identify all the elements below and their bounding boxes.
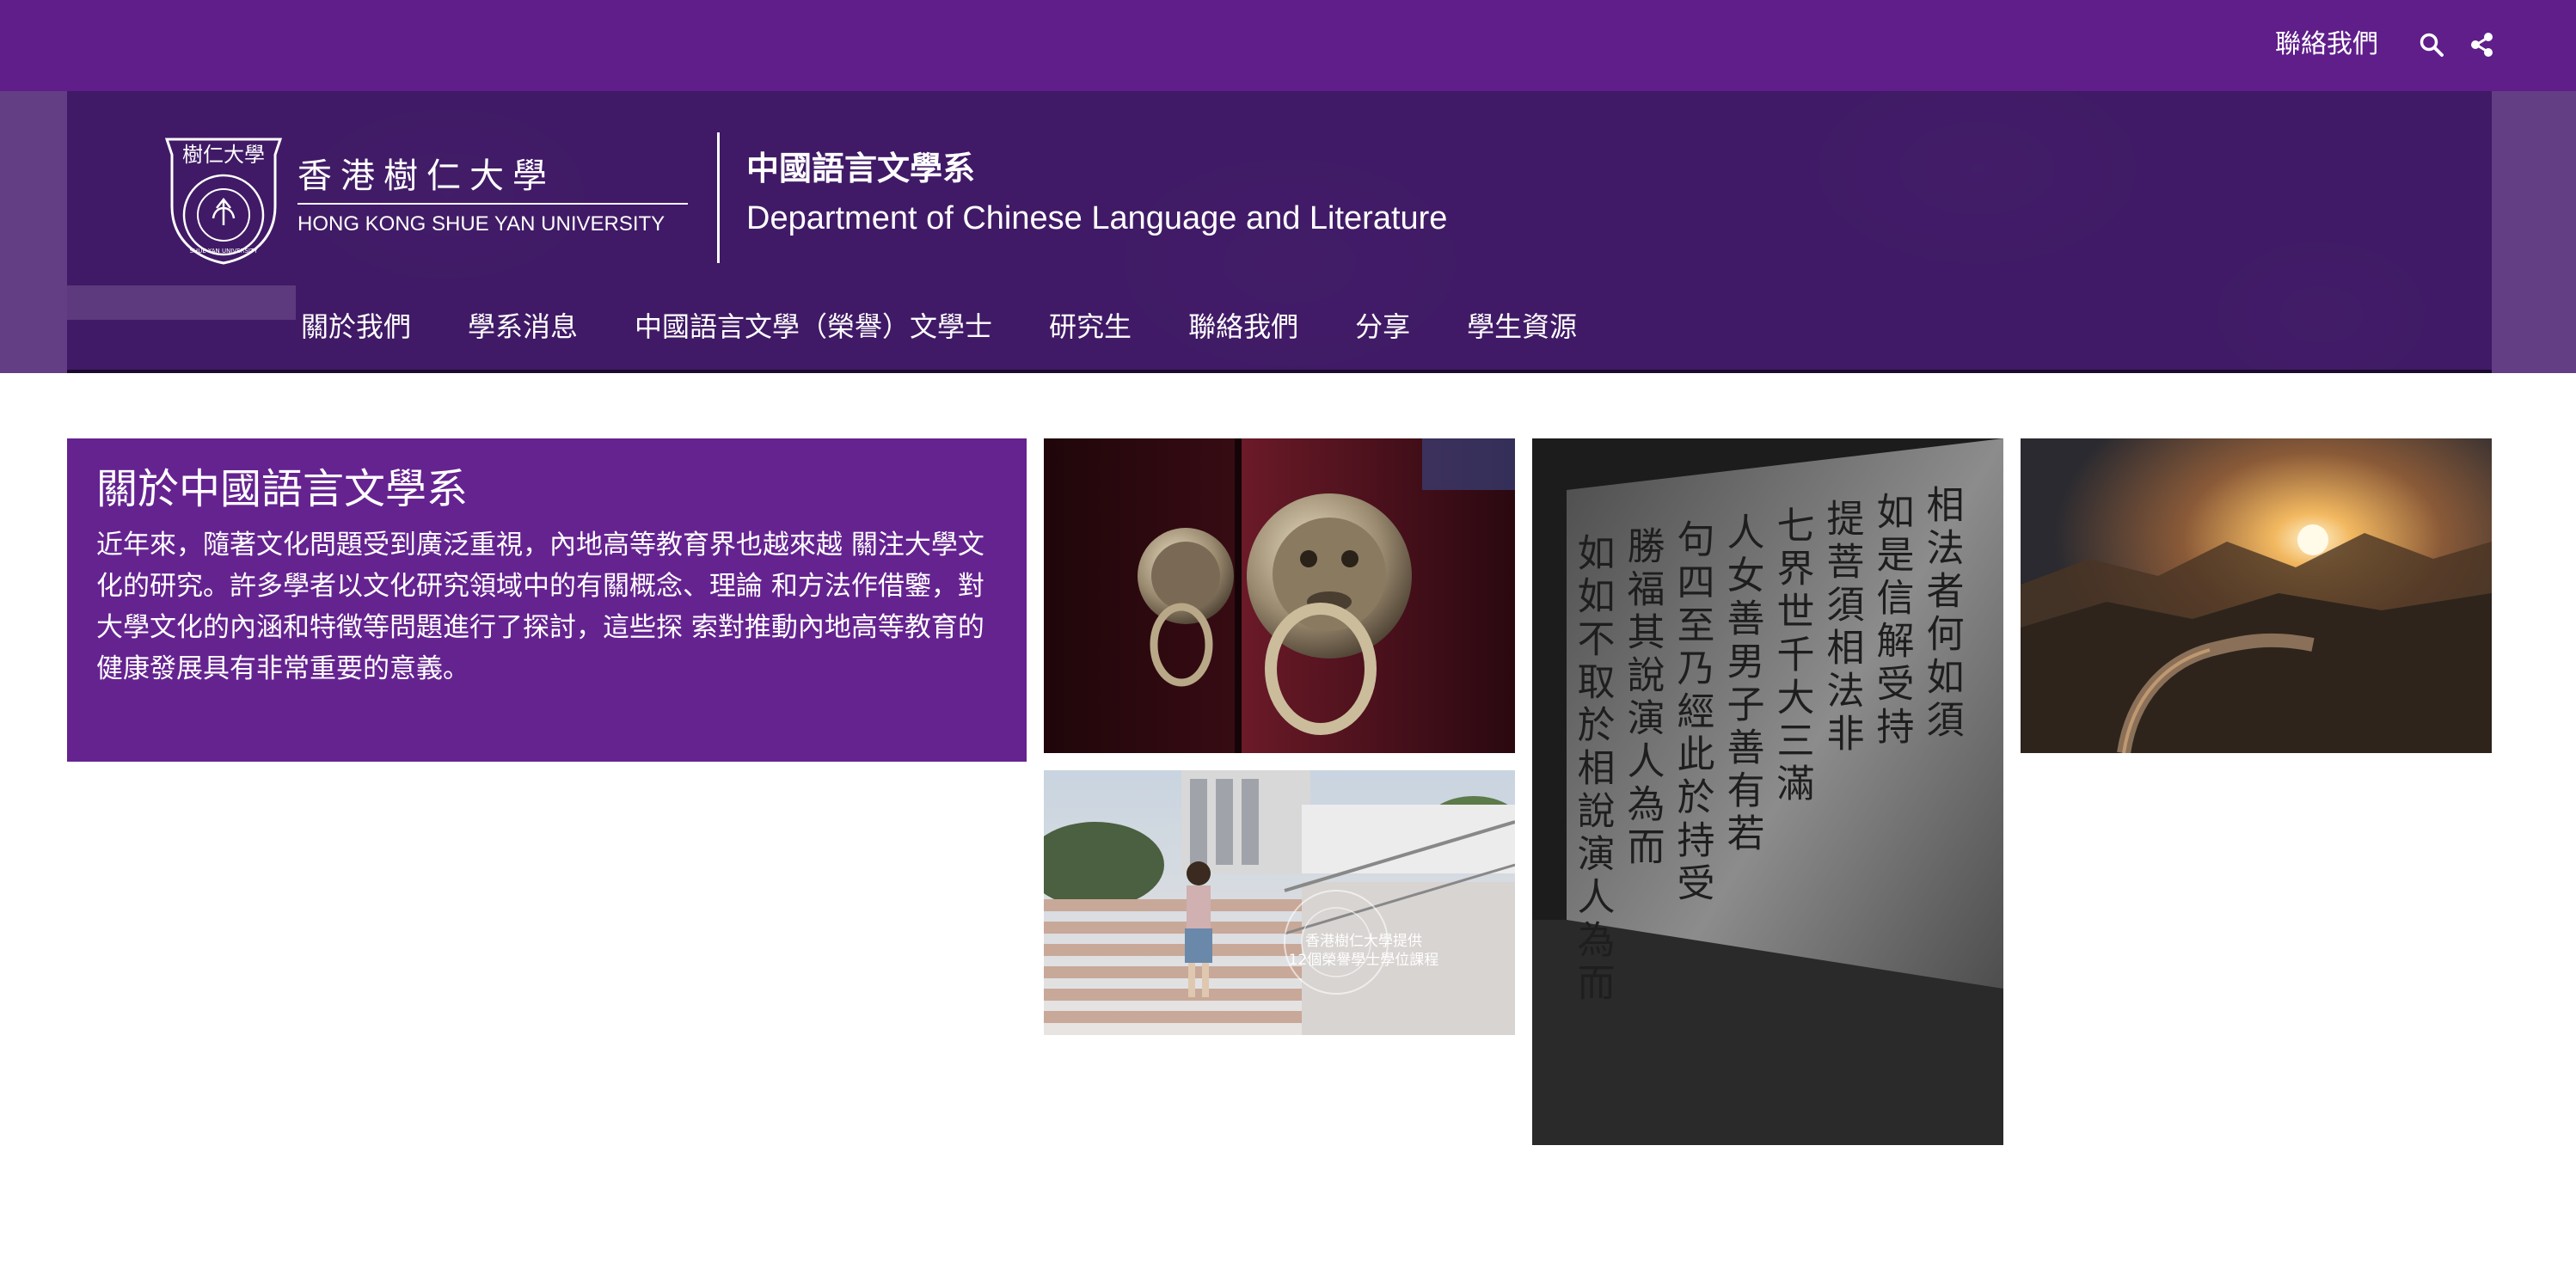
inscription-column: 句四至乃經此於持受	[1671, 519, 1714, 906]
search-icon[interactable]	[2414, 28, 2449, 62]
nav-item-contact[interactable]: 聯絡我們	[1188, 308, 1298, 346]
top-contact-link[interactable]: 聯絡我們	[2275, 26, 2378, 64]
logo-divider	[297, 203, 688, 205]
university-name-cn: 香港樹仁大學	[297, 156, 555, 196]
inscription-column: 人女善男子善有若	[1720, 512, 1764, 856]
campus-caption-line2: 12個榮譽學士學位課程	[1289, 952, 1439, 969]
gallery-image-campus-video[interactable]: 香港樹仁大學提供 12個榮譽學士學位課程	[1044, 770, 1515, 1035]
inscription-column: 相法者何如須	[1920, 485, 1964, 743]
gallery-image-stone-inscription[interactable]: 如如不取於相說演人為而 勝福其說演人為而 句四至乃經此於持受 人女善男子善有若 七界世千…	[1532, 438, 2003, 1145]
campus-caption-line1: 香港樹仁大學提供	[1305, 933, 1422, 950]
inscription-column: 如是信解受持	[1870, 492, 1914, 750]
gallery-image-door-knockers[interactable]	[1044, 438, 1515, 753]
top-utility-bar: 聯絡我們	[0, 0, 2576, 91]
crest-text: 樹仁大學	[182, 143, 265, 167]
crest-ring-text: SHUE YAN UNIVERSITY	[189, 248, 258, 254]
nav-item-ba-programme[interactable]: 中國語言文學（榮譽）文學士	[635, 308, 992, 346]
about-body: 近年來，隨著文化問題受到廣泛重視，內地高等教育界也越來越 關注大學文化的研究。許…	[96, 530, 984, 684]
header-vertical-divider	[717, 132, 720, 263]
header-right-edge	[2492, 91, 2576, 373]
header-left-edge	[0, 91, 67, 373]
site-header: 樹仁大學 SHUE YAN UNIVERSITY 香港樹仁大學 HONG KON…	[0, 91, 2576, 373]
university-logo[interactable]: 樹仁大學 SHUE YAN UNIVERSITY 香港樹仁大學 HONG KON…	[155, 132, 688, 270]
header-stub	[67, 285, 296, 320]
university-name-en: HONG KONG SHUE YAN UNIVERSITY	[297, 212, 665, 236]
inscription-column: 如如不取於相說演人為而	[1571, 533, 1615, 1006]
share-icon[interactable]	[2464, 28, 2499, 62]
nav-item-about[interactable]: 關於我們	[301, 308, 411, 346]
gallery-image-great-wall-sunset[interactable]	[2021, 438, 2492, 753]
department-name-cn[interactable]: 中國語言文學系	[746, 148, 975, 189]
inscription-column: 七界世千大三滿	[1770, 505, 1814, 806]
nav-item-postgraduate[interactable]: 研究生	[1049, 308, 1132, 346]
about-department-card: 關於中國語言文學系 近年來，隨著文化問題受到廣泛重視，內地高等教育界也越來越 關…	[67, 438, 1027, 762]
university-crest-icon: 樹仁大學 SHUE YAN UNIVERSITY	[164, 138, 283, 265]
nav-item-share[interactable]: 分享	[1355, 308, 1410, 346]
nav-item-news[interactable]: 學系消息	[468, 308, 578, 346]
about-title: 關於中國語言文學系	[96, 465, 469, 513]
inscription-column: 提菩須相法非	[1820, 499, 1864, 757]
inscription-column: 勝福其說演人為而	[1621, 526, 1665, 870]
department-name-en[interactable]: Department of Chinese Language and Liter…	[746, 198, 1447, 239]
nav-item-student-resources[interactable]: 學生資源	[1467, 308, 1577, 346]
main-nav: 關於我們 學系消息 中國語言文學（榮譽）文學士 研究生 聯絡我們 分享 學生資源	[301, 308, 1634, 346]
